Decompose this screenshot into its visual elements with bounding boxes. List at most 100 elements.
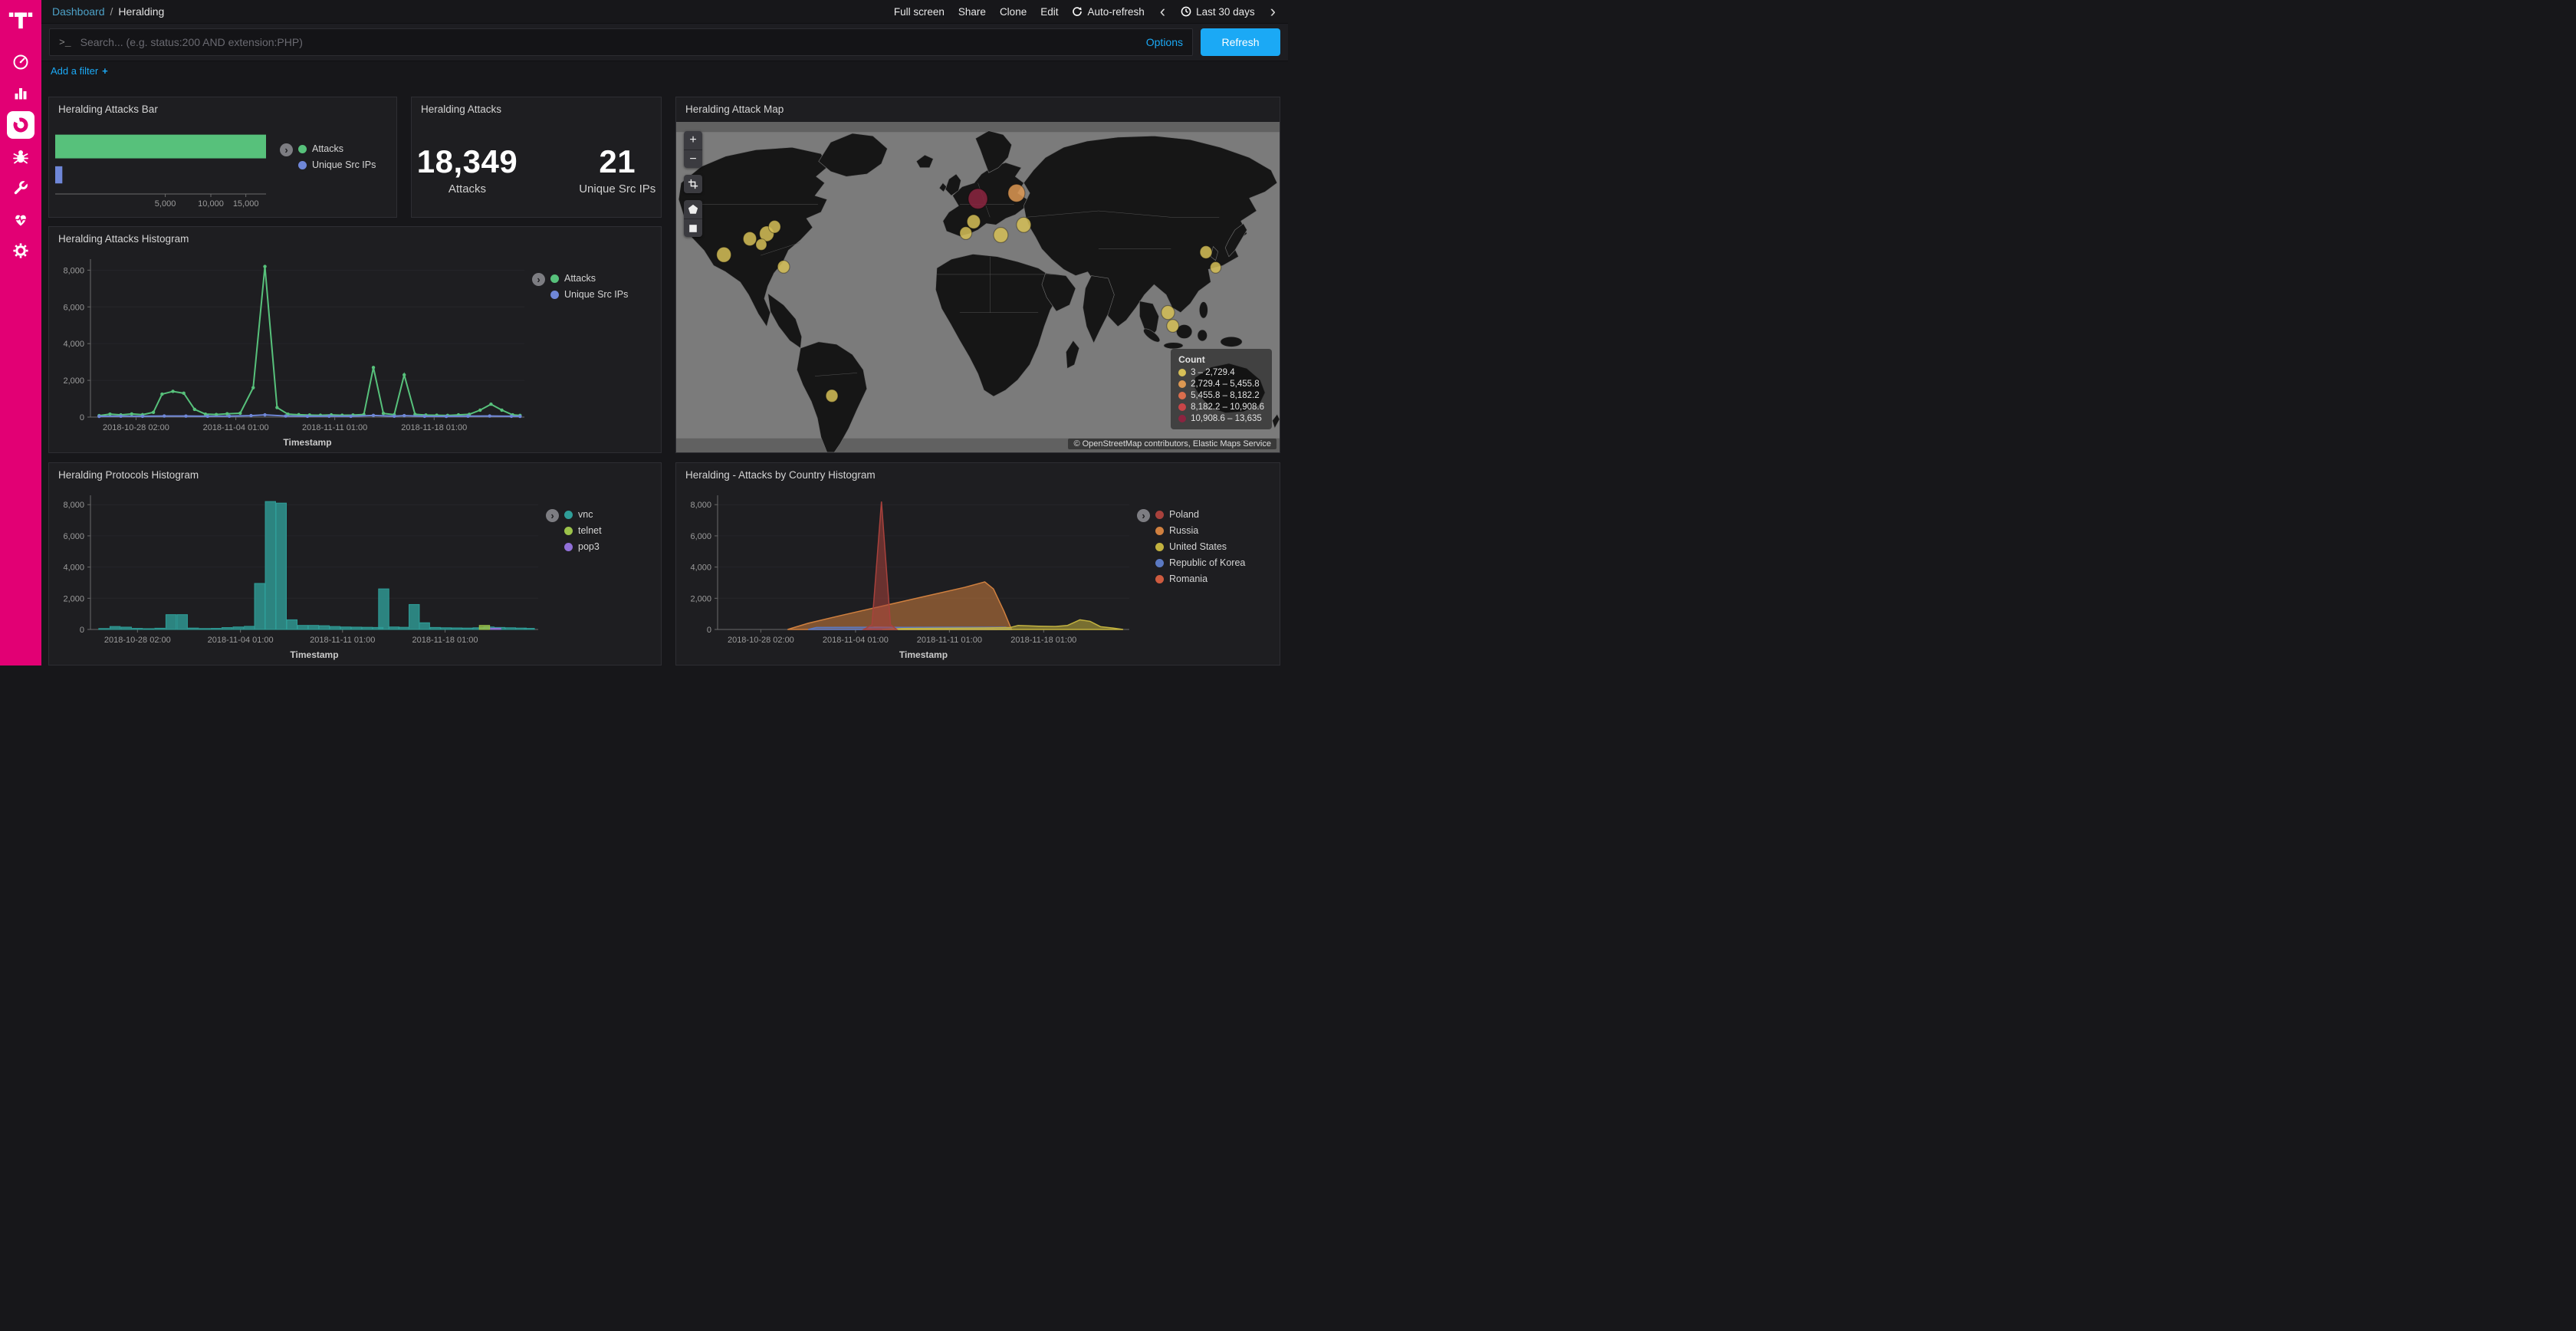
gear-icon	[12, 242, 30, 260]
sidebar-item-tools[interactable]	[7, 174, 34, 202]
svg-text:2018-11-18 01:00: 2018-11-18 01:00	[401, 423, 467, 432]
legend-item[interactable]: Unique Src IPs	[298, 159, 376, 170]
svg-text:2018-10-28 02:00: 2018-10-28 02:00	[103, 423, 169, 432]
legend-toggle-icon[interactable]: ›	[1137, 509, 1150, 522]
legend-toggle-icon[interactable]: ›	[532, 273, 545, 286]
map-legend-label: 8,182.2 – 10,908.6	[1191, 403, 1264, 412]
sidebar-item-bug[interactable]	[7, 143, 34, 170]
legend-dot	[564, 511, 573, 519]
legend-dot	[1155, 511, 1164, 519]
legend-label: Poland	[1169, 509, 1199, 520]
polygon-icon	[688, 204, 698, 215]
panel-attacks-bar: Heralding Attacks Bar 5,00010,00015,000 …	[48, 97, 397, 218]
map-zoom-in-button[interactable]: +	[684, 131, 702, 150]
map-zoom-out-button[interactable]: −	[684, 150, 702, 168]
map-legend-label: 5,455.8 – 8,182.2	[1191, 391, 1260, 400]
map-legend-label: 2,729.4 – 5,455.8	[1191, 380, 1260, 389]
map-fit-bounds-button[interactable]	[684, 175, 702, 193]
svg-text:2,000: 2,000	[63, 376, 84, 386]
legend-dot	[550, 274, 559, 283]
map-draw-polygon-button[interactable]	[684, 200, 702, 219]
sidebar-item-dashboards[interactable]	[7, 111, 34, 139]
panel-country-histogram: Heralding - Attacks by Country Histogram…	[675, 462, 1280, 666]
legend-dot	[1155, 543, 1164, 551]
map-legend-dot	[1178, 369, 1186, 376]
svg-text:15,000: 15,000	[233, 199, 259, 209]
svg-text:8,000: 8,000	[63, 266, 84, 275]
legend-label: telnet	[578, 525, 602, 536]
panel-attacks-histogram: Heralding Attacks Histogram 02,0004,0006…	[48, 226, 662, 453]
svg-text:2018-11-11 01:00: 2018-11-11 01:00	[302, 423, 367, 432]
metric-value: 21	[579, 143, 656, 180]
svg-text:0: 0	[707, 626, 711, 635]
svg-text:8,000: 8,000	[690, 501, 711, 510]
legend-toggle-icon[interactable]: ›	[546, 509, 559, 522]
legend-label: pop3	[578, 541, 600, 552]
crop-icon	[688, 179, 698, 189]
metric-body: 18,349 Attacks 21 Unique Src IPs	[412, 122, 661, 217]
svg-text:6,000: 6,000	[63, 532, 84, 541]
sidebar-item-gauge[interactable]	[7, 48, 34, 76]
legend-dot	[298, 145, 307, 153]
legend-toggle-icon[interactable]: ›	[280, 143, 293, 156]
attacks-histogram-chart[interactable]: 02,0004,0006,0008,0002018-10-28 02:00201…	[49, 251, 532, 452]
svg-text:6,000: 6,000	[63, 303, 84, 312]
map-legend-dot	[1178, 415, 1186, 422]
svg-text:2018-11-11 01:00: 2018-11-11 01:00	[310, 636, 375, 645]
svg-text:4,000: 4,000	[690, 564, 711, 573]
legend-item[interactable]: Russia	[1155, 525, 1245, 536]
svg-text:Timestamp: Timestamp	[290, 649, 338, 660]
chart-legend: › Attacks Unique Src IPs	[280, 122, 396, 217]
legend-item[interactable]: Attacks	[550, 273, 628, 284]
map-attribution[interactable]: © OpenStreetMap contributors, Elastic Ma…	[1068, 439, 1276, 449]
legend-label: Unique Src IPs	[312, 159, 376, 170]
svg-text:6,000: 6,000	[690, 532, 711, 541]
map-legend-row: 2,729.4 – 5,455.8	[1178, 380, 1264, 389]
legend-item[interactable]: pop3	[564, 541, 602, 552]
metric-label: Unique Src IPs	[579, 182, 656, 196]
map-legend-dot	[1178, 392, 1186, 399]
dashboard-grid: Heralding Attacks Bar 5,00010,00015,000 …	[41, 0, 1288, 666]
legend-item[interactable]: Poland	[1155, 509, 1245, 520]
panel-title: Heralding Attacks Bar	[49, 97, 396, 118]
svg-text:2018-10-28 02:00: 2018-10-28 02:00	[728, 636, 794, 645]
country-histogram-chart[interactable]: 02,0004,0006,0008,0002018-10-28 02:00201…	[676, 488, 1137, 665]
svg-text:0: 0	[80, 413, 84, 422]
chart-legend: › vnc telnet pop3	[546, 488, 661, 665]
legend-dot	[564, 527, 573, 535]
map-legend-row: 5,455.8 – 8,182.2	[1178, 391, 1264, 400]
svg-text:5,000: 5,000	[155, 199, 176, 209]
svg-text:2018-11-04 01:00: 2018-11-04 01:00	[823, 636, 889, 645]
attack-map[interactable]: + −	[676, 122, 1280, 452]
map-legend-row: 8,182.2 – 10,908.6	[1178, 403, 1264, 412]
sidebar-item-settings[interactable]	[7, 237, 34, 265]
legend-item[interactable]: Unique Src IPs	[550, 289, 628, 300]
svg-text:2018-11-04 01:00: 2018-11-04 01:00	[203, 423, 269, 432]
legend-label: Attacks	[312, 143, 343, 154]
svg-text:2018-11-04 01:00: 2018-11-04 01:00	[208, 636, 274, 645]
legend-items: vnc telnet pop3	[564, 509, 602, 552]
svg-text:2018-11-18 01:00: 2018-11-18 01:00	[1010, 636, 1076, 645]
sidebar-item-bar-chart[interactable]	[7, 80, 34, 107]
heartbeat-icon	[12, 210, 30, 228]
chart-legend: › Poland Russia United States Republic of K…	[1137, 488, 1280, 665]
legend-item[interactable]: vnc	[564, 509, 602, 520]
legend-item[interactable]: Romania	[1155, 573, 1245, 584]
attacks-bar-chart[interactable]: 5,00010,00015,000	[49, 122, 280, 217]
protocols-histogram-chart[interactable]: 02,0004,0006,0008,0002018-10-28 02:00201…	[49, 488, 546, 665]
legend-dot	[1155, 559, 1164, 567]
tmobile-logo[interactable]	[8, 8, 33, 36]
metric-value: 18,349	[417, 143, 518, 180]
metric-unique-src-ips: 21 Unique Src IPs	[579, 143, 656, 196]
legend-item[interactable]: Republic of Korea	[1155, 557, 1245, 568]
map-draw-rectangle-button[interactable]	[684, 219, 702, 237]
chart-legend: › Attacks Unique Src IPs	[532, 251, 661, 452]
gauge-icon	[12, 53, 30, 71]
sidebar-item-health[interactable]	[7, 205, 34, 233]
legend-item[interactable]: telnet	[564, 525, 602, 536]
legend-items: Poland Russia United States Republic of Kor…	[1155, 509, 1245, 584]
map-legend-rows: 3 – 2,729.42,729.4 – 5,455.85,455.8 – 8,…	[1178, 368, 1264, 423]
legend-item[interactable]: United States	[1155, 541, 1245, 552]
legend-item[interactable]: Attacks	[298, 143, 376, 154]
svg-text:2018-11-18 01:00: 2018-11-18 01:00	[412, 636, 478, 645]
